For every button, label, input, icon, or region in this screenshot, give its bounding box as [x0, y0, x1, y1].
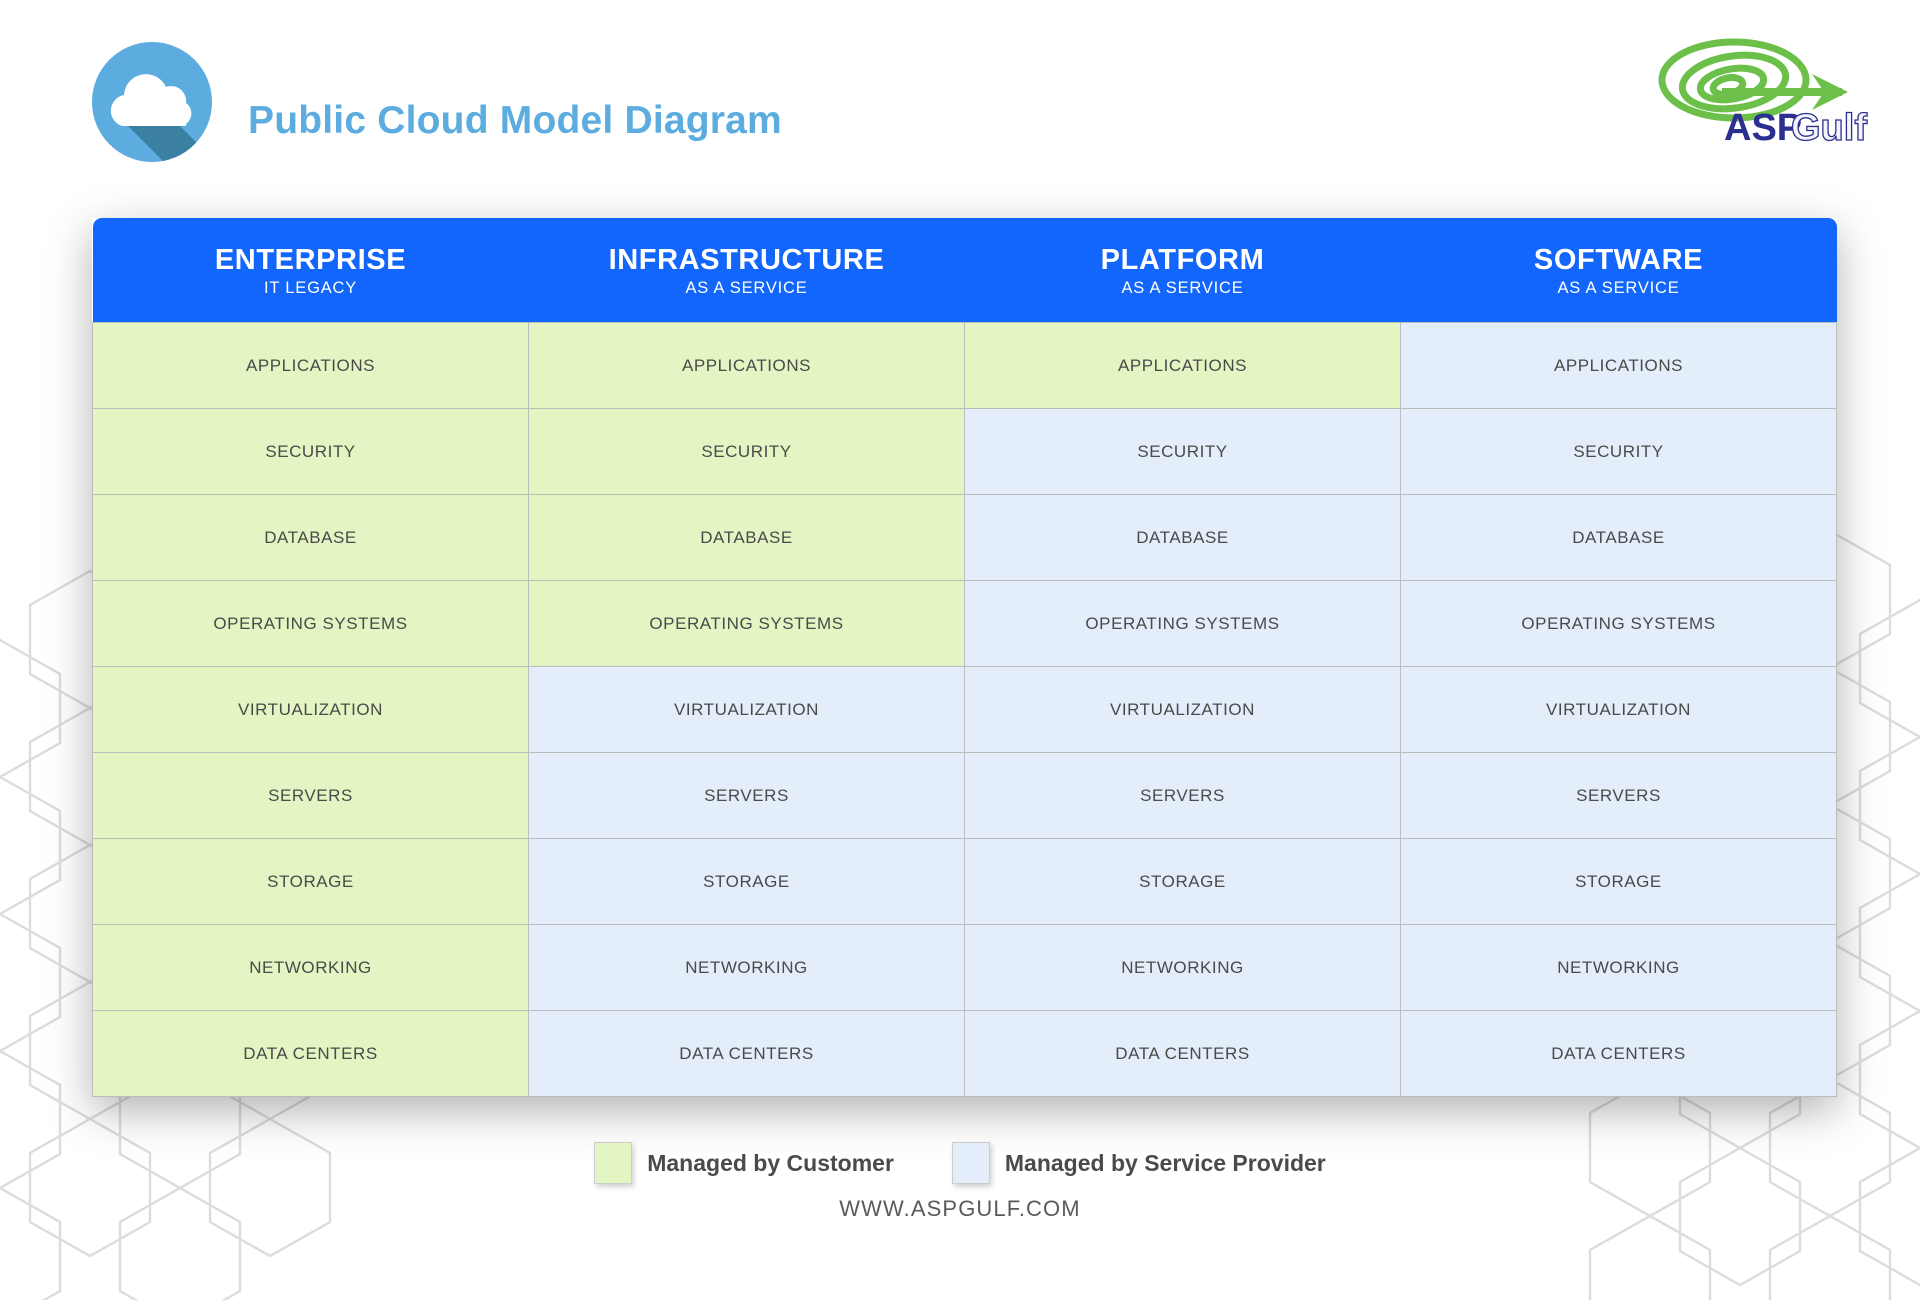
matrix-cell: SERVERS [1400, 752, 1837, 840]
column-subtitle: AS A SERVICE [1121, 279, 1244, 298]
matrix-body: APPLICATIONS APPLICATIONS APPLICATIONS APPL… [92, 322, 1837, 1098]
legend-item-provider: Managed by Service Provider [951, 1142, 1326, 1184]
column-subtitle: IT LEGACY [263, 279, 358, 298]
column-header-enterprise: ENTERPRISE IT LEGACY [92, 218, 529, 323]
column-title: PLATFORM [1100, 244, 1265, 276]
matrix-cell: DATABASE [528, 494, 965, 582]
logo-text-gulf: Gulf [1791, 107, 1867, 149]
column-title: INFRASTRUCTURE [608, 244, 885, 276]
matrix-row: STORAGE STORAGE STORAGE STORAGE [92, 838, 1837, 926]
matrix-cell: APPLICATIONS [964, 322, 1401, 410]
matrix-header-row: ENTERPRISE IT LEGACY INFRASTRUCTURE AS A… [92, 218, 1837, 323]
matrix-cell: SECURITY [92, 408, 529, 496]
matrix-cell: DATA CENTERS [92, 1010, 529, 1098]
column-title: ENTERPRISE [214, 244, 407, 276]
matrix-cell: APPLICATIONS [528, 322, 965, 410]
matrix-cell: DATABASE [1400, 494, 1837, 582]
legend-label-customer: Managed by Customer [647, 1149, 894, 1176]
matrix-cell: NETWORKING [92, 924, 529, 1012]
matrix-cell: OPERATING SYSTEMS [1400, 580, 1837, 668]
legend-item-customer: Managed by Customer [594, 1142, 894, 1184]
matrix-cell: NETWORKING [964, 924, 1401, 1012]
matrix-cell: DATABASE [92, 494, 529, 582]
matrix-cell: SECURITY [964, 408, 1401, 496]
matrix-cell: SERVERS [964, 752, 1401, 840]
matrix-cell: SERVERS [528, 752, 965, 840]
matrix-cell: DATABASE [964, 494, 1401, 582]
matrix-cell: OPERATING SYSTEMS [964, 580, 1401, 668]
legend-label-provider: Managed by Service Provider [1004, 1149, 1326, 1176]
matrix-row: APPLICATIONS APPLICATIONS APPLICATIONS APPL… [92, 322, 1837, 410]
matrix-row: SECURITY SECURITY SECURITY SECURITY [92, 408, 1837, 496]
matrix-cell: OPERATING SYSTEMS [528, 580, 965, 668]
column-subtitle: AS A SERVICE [685, 279, 808, 298]
matrix-cell: VIRTUALIZATION [1400, 666, 1837, 754]
matrix-cell: NETWORKING [528, 924, 965, 1012]
column-header-software: SOFTWARE AS A SERVICE [1400, 218, 1837, 323]
column-header-platform: PLATFORM AS A SERVICE [964, 218, 1401, 323]
matrix-cell: STORAGE [528, 838, 965, 926]
matrix-cell: DATA CENTERS [964, 1010, 1401, 1098]
legend: Managed by Customer Managed by Service P… [0, 1142, 1920, 1184]
legend-swatch-provider [951, 1142, 990, 1184]
matrix-cell: VIRTUALIZATION [528, 666, 965, 754]
site-url: WWW.ASPGULF.COM [839, 1196, 1081, 1221]
page-header: Public Cloud Model Diagram ASP Gulf [0, 0, 1920, 180]
aspgulf-logo: ASP Gulf [1658, 38, 1868, 150]
matrix-cell: STORAGE [92, 838, 529, 926]
matrix-cell: STORAGE [1400, 838, 1837, 926]
matrix-row: NETWORKING NETWORKING NETWORKING NETWORKING [92, 924, 1837, 1012]
cloud-icon [92, 42, 212, 162]
matrix-cell: DATA CENTERS [1400, 1010, 1837, 1098]
matrix-row: OPERATING SYSTEMS OPERATING SYSTEMS OPERAT… [92, 580, 1837, 668]
page-title: Public Cloud Model Diagram [248, 99, 782, 142]
column-header-infrastructure: INFRASTRUCTURE AS A SERVICE [528, 218, 965, 323]
matrix-cell: VIRTUALIZATION [964, 666, 1401, 754]
matrix-cell: SECURITY [528, 408, 965, 496]
matrix-cell: OPERATING SYSTEMS [92, 580, 529, 668]
matrix-cell: APPLICATIONS [92, 322, 529, 410]
matrix-cell: SECURITY [1400, 408, 1837, 496]
matrix-cell: VIRTUALIZATION [92, 666, 529, 754]
matrix-row: DATABASE DATABASE DATABASE DATABASE [92, 494, 1837, 582]
column-subtitle: AS A SERVICE [1557, 279, 1680, 298]
matrix-cell: APPLICATIONS [1400, 322, 1837, 410]
matrix-cell: NETWORKING [1400, 924, 1837, 1012]
matrix-row: VIRTUALIZATION VIRTUALIZATION VIRTUALIZATI… [92, 666, 1837, 754]
matrix-cell: DATA CENTERS [528, 1010, 965, 1098]
matrix-row: SERVERS SERVERS SERVERS SERVERS [92, 752, 1837, 840]
matrix-cell: STORAGE [964, 838, 1401, 926]
column-title: SOFTWARE [1533, 244, 1704, 276]
legend-swatch-customer [594, 1142, 633, 1184]
matrix-row: DATA CENTERS DATA CENTERS DATA CENTERS DATA… [92, 1010, 1837, 1098]
matrix-cell: SERVERS [92, 752, 529, 840]
cloud-model-matrix: ENTERPRISE IT LEGACY INFRASTRUCTURE AS A… [92, 218, 1837, 1098]
